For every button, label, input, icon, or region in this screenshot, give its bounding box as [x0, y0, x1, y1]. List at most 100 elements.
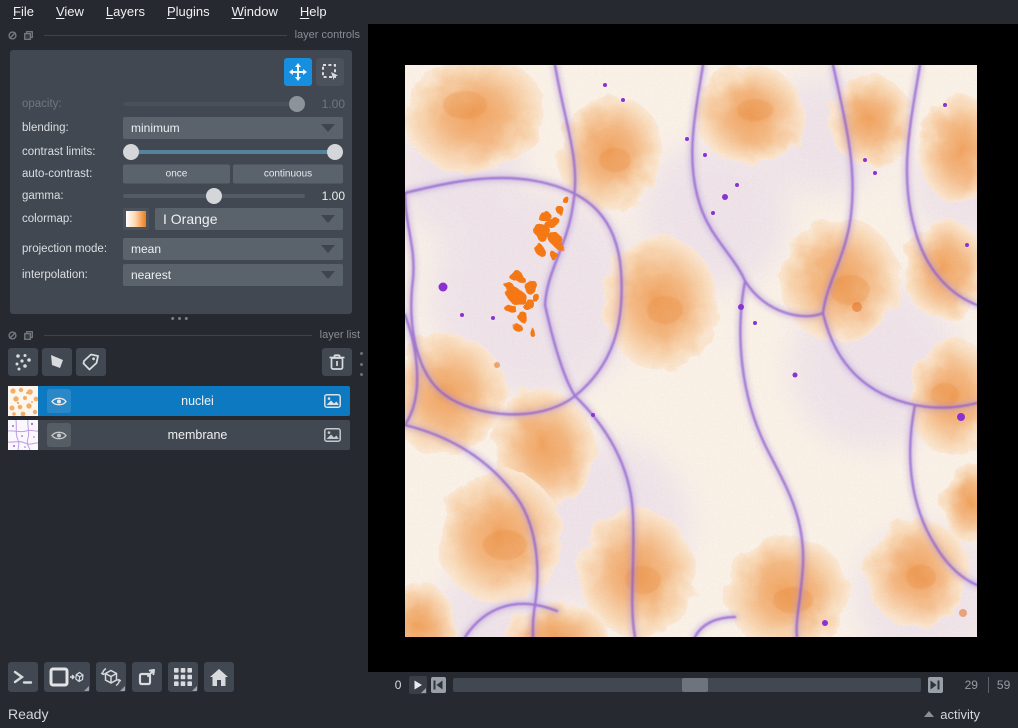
dims-slider-handle[interactable] — [682, 678, 708, 692]
skip-to-start-button[interactable] — [431, 677, 446, 693]
contrast-limits-groove — [125, 150, 341, 154]
layer-list-dock-header: layer list — [8, 328, 360, 342]
layer-controls-dock-header: layer controls — [8, 28, 360, 42]
new-labels-layer-button[interactable] — [76, 348, 106, 376]
interpolation-value: nearest — [131, 268, 321, 282]
console-button[interactable] — [8, 662, 38, 692]
contrast-limits-low-handle[interactable] — [123, 144, 139, 160]
divider — [44, 335, 312, 336]
layer-thumbnail — [8, 386, 38, 416]
layer-row-nuclei[interactable]: nuclei — [8, 386, 350, 416]
opacity-slider-groove — [123, 102, 305, 106]
menu-file[interactable]: File — [2, 0, 45, 24]
colormap-dropdown[interactable]: I Orange — [155, 208, 343, 230]
chevron-down-icon — [321, 245, 335, 253]
viewer-canvas[interactable] — [368, 24, 1018, 672]
opacity-row: opacity: 1.00 — [10, 93, 352, 115]
expand-corner — [192, 686, 197, 691]
layer-name: membrane — [71, 428, 324, 442]
interpolation-row: interpolation: nearest — [10, 264, 352, 286]
roll-dimensions-button[interactable] — [96, 662, 126, 692]
gamma-slider[interactable] — [123, 188, 305, 204]
status-message: Ready — [8, 706, 48, 722]
grid-view-icon — [173, 667, 193, 687]
roll-dimensions-icon — [100, 666, 122, 688]
auto-contrast-once-button[interactable]: once — [123, 165, 230, 184]
current-frame: 29 — [953, 678, 978, 692]
activity-label: activity — [940, 707, 980, 722]
menu-help[interactable]: Help — [289, 0, 338, 24]
activity-toggle[interactable]: activity — [924, 707, 980, 722]
opacity-slider-handle[interactable] — [289, 96, 305, 112]
projection-mode-dropdown[interactable]: mean — [123, 238, 343, 260]
image-layer-icon — [324, 394, 341, 408]
gamma-row: gamma: 1.00 — [10, 185, 352, 207]
transform-mode-button[interactable] — [316, 58, 344, 86]
skip-start-icon — [433, 680, 443, 690]
interpolation-label: interpolation: — [22, 269, 88, 281]
new-shapes-layer-button[interactable] — [42, 348, 72, 376]
pan-zoom-mode-button[interactable] — [284, 58, 312, 86]
ndisplay-toggle-button[interactable] — [44, 662, 90, 692]
menu-layers[interactable]: Layers — [95, 0, 156, 24]
dock-resize-handle[interactable]: ••• — [10, 313, 352, 325]
blending-dropdown[interactable]: minimum — [123, 117, 343, 139]
contrast-limits-label: contrast limits: — [22, 146, 96, 158]
layer-row-membrane[interactable]: membrane — [8, 420, 350, 450]
hide-icon[interactable] — [8, 331, 17, 340]
hide-icon[interactable] — [8, 31, 17, 40]
menu-plugins[interactable]: Plugins — [156, 0, 221, 24]
chevron-down-icon — [321, 271, 335, 279]
dock-drag-handle[interactable] — [357, 352, 365, 376]
dims-slider[interactable] — [453, 678, 921, 692]
eye-icon — [51, 396, 67, 407]
blending-label: blending: — [22, 122, 69, 134]
blending-value: minimum — [131, 121, 321, 135]
float-icon[interactable] — [24, 331, 33, 340]
projection-mode-row: projection mode: mean — [10, 238, 352, 260]
expand-corner — [84, 686, 89, 691]
layer-list-title: layer list — [320, 329, 360, 341]
new-points-layer-button[interactable] — [8, 348, 38, 376]
transform-icon — [320, 62, 340, 82]
layer-visibility-toggle[interactable] — [47, 423, 71, 447]
auto-contrast-continuous-button[interactable]: continuous — [233, 165, 343, 184]
interpolation-dropdown[interactable]: nearest — [123, 264, 343, 286]
layer-thumbnail — [8, 420, 38, 450]
skip-end-icon — [930, 680, 940, 690]
gamma-label: gamma: — [22, 190, 64, 202]
opacity-label: opacity: — [22, 98, 62, 110]
delete-layer-button[interactable] — [322, 348, 352, 376]
pan-zoom-icon — [288, 62, 308, 82]
grid-view-button[interactable] — [168, 662, 198, 692]
menu-view[interactable]: View — [45, 0, 95, 24]
trash-icon — [327, 352, 347, 372]
frame-separator — [988, 677, 989, 693]
blending-row: blending: minimum — [10, 117, 352, 139]
contrast-limits-slider[interactable] — [123, 143, 343, 161]
home-reset-view-button[interactable] — [204, 662, 234, 692]
colormap-swatch[interactable] — [123, 208, 149, 230]
layer-name: nuclei — [71, 394, 324, 408]
play-button[interactable] — [409, 676, 426, 694]
layer-controls-title: layer controls — [295, 29, 360, 41]
transpose-icon — [136, 666, 158, 688]
shapes-layer-icon — [47, 352, 67, 372]
layer-visibility-toggle[interactable] — [47, 389, 71, 413]
transpose-dimensions-button[interactable] — [132, 662, 162, 692]
opacity-slider[interactable] — [123, 96, 305, 112]
microscopy-image — [405, 65, 977, 637]
contrast-limits-high-handle[interactable] — [327, 144, 343, 160]
menu-window[interactable]: Window — [221, 0, 289, 24]
gamma-slider-handle[interactable] — [206, 188, 222, 204]
float-icon[interactable] — [24, 31, 33, 40]
divider — [44, 35, 287, 36]
skip-to-end-button[interactable] — [928, 677, 943, 693]
dims-axis-label: 0 — [388, 678, 401, 692]
dims-slider-row: 0 29 59 — [368, 672, 1018, 698]
once-label: once — [166, 169, 188, 180]
labels-layer-icon — [81, 352, 101, 372]
expand-corner — [421, 688, 426, 693]
menu-bar: File View Layers Plugins Window Help — [0, 0, 1018, 24]
auto-contrast-row: auto-contrast: once continuous — [10, 163, 352, 185]
